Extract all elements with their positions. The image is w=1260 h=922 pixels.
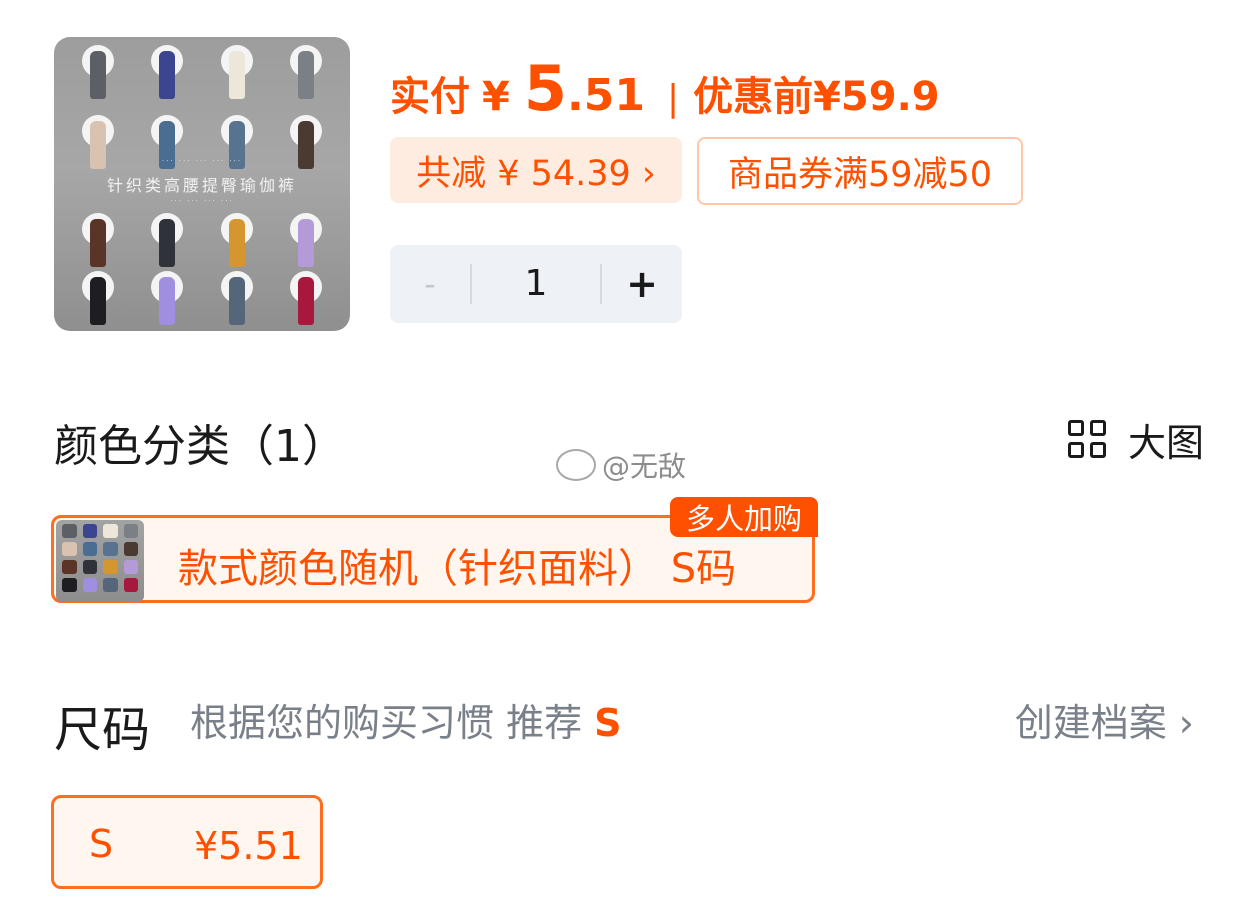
coupon-chip[interactable]: 商品券满59减50 (697, 137, 1023, 205)
size-option-price: ¥5.51 (194, 824, 303, 868)
size-recommendation: 根据您的购买习惯 推荐 S (190, 692, 622, 747)
color-option-label: 款式颜色随机（针织面料） S码 (178, 546, 737, 592)
big-view-label: 大图 (1127, 421, 1204, 465)
thumbnail-small-text: ··· ··· ··· ··· ··· (161, 157, 243, 165)
total-discount-chip[interactable]: 共减 ¥ 54.39 › (390, 137, 682, 203)
quantity-stepper: - 1 + (390, 245, 682, 323)
grid-icon (1066, 418, 1110, 462)
recommended-size: S (594, 701, 622, 745)
watermark-text: @无敌 (602, 450, 687, 483)
thumbnail-row-4 (68, 267, 336, 325)
decrease-button[interactable]: - (390, 265, 470, 303)
original-price: ¥59.9 (813, 74, 940, 120)
quantity-input[interactable]: 1 (470, 264, 602, 304)
price-line: 实付 ¥ 5 .51 | 优惠前 ¥59.9 (390, 52, 940, 125)
size-hint-text: 根据您的购买习惯 推荐 (190, 701, 595, 745)
product-thumbnail[interactable]: ··· ··· ··· ··· ··· 针织类高腰提臀瑜伽裤 ··· ··· ·… (54, 37, 350, 331)
thumbnail-row-1 (68, 41, 336, 99)
size-option-label: S (89, 822, 114, 866)
weibo-icon (556, 449, 596, 481)
popular-tag: 多人加购 (670, 497, 818, 537)
thumbnail-small-text: ··· ··· ··· ··· (170, 197, 234, 205)
paid-label: 实付 (390, 74, 470, 120)
color-option-thumbnail (56, 520, 144, 602)
size-section-title: 尺码 (54, 702, 151, 758)
create-profile-link[interactable]: 创建档案 › (1015, 692, 1194, 747)
price-separator: | (666, 78, 680, 119)
watermark: @无敌 (556, 445, 686, 485)
big-view-button[interactable]: 大图 (1066, 412, 1204, 467)
original-price-label: 优惠前 (693, 74, 814, 120)
color-section-title: 颜色分类（1） (54, 421, 346, 472)
size-option-selected[interactable]: S ¥5.51 (51, 795, 323, 889)
paid-price-decimal: .51 (566, 70, 645, 121)
currency-symbol: ¥ (482, 74, 510, 120)
thumbnail-caption: 针织类高腰提臀瑜伽裤 (106, 176, 297, 195)
thumbnail-row-3 (68, 209, 336, 267)
increase-button[interactable]: + (602, 262, 682, 306)
paid-price-integer: 5 (523, 52, 567, 125)
